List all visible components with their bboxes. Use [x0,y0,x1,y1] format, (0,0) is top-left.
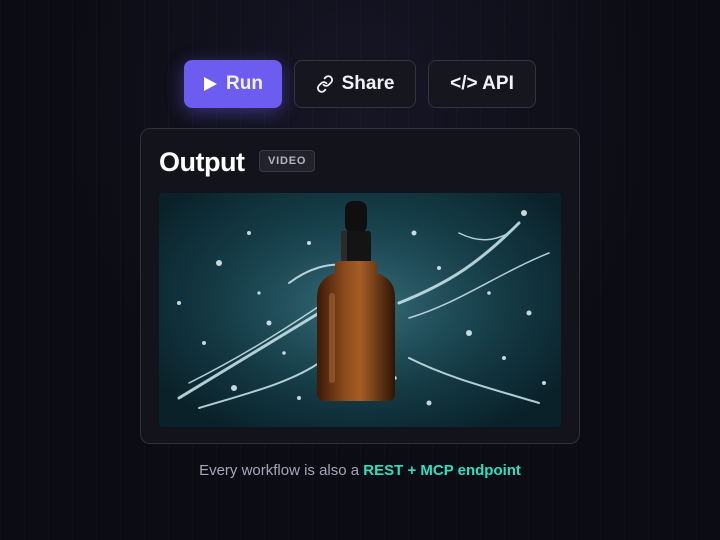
share-button[interactable]: Share [294,60,416,108]
caption-highlight: REST + MCP endpoint [363,462,521,479]
video-frame [159,193,561,427]
share-button-label: Share [341,73,395,94]
api-button-label: </> API [450,73,514,94]
play-icon [203,76,218,92]
link-icon [316,75,334,93]
output-panel: Output VIDEO [140,128,580,444]
endpoint-caption: Every workflow is also a REST + MCP endp… [0,462,720,479]
run-button-label: Run [226,73,263,94]
api-button[interactable]: </> API [428,60,536,108]
output-title: Output [159,147,245,177]
run-button[interactable]: Run [184,60,282,108]
media-type-badge: VIDEO [259,150,316,172]
action-toolbar: Run Share </> API [0,60,720,108]
caption-text: Every workflow is also a [199,462,364,479]
output-video[interactable] [159,193,561,427]
